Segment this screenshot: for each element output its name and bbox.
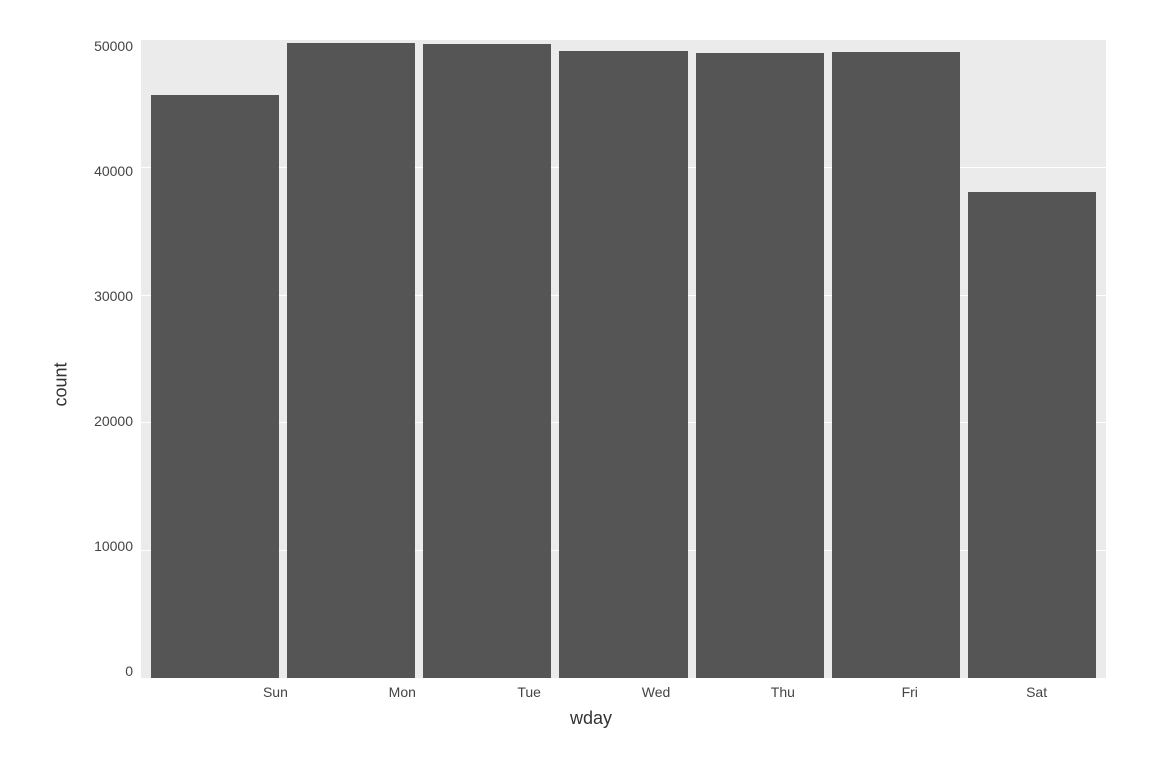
bar-group-wed (559, 39, 687, 678)
bars-container (141, 39, 1106, 678)
bar-group-mon (287, 39, 415, 678)
y-axis: 50000 40000 30000 20000 10000 0 (76, 39, 141, 678)
x-axis-label: wday (570, 708, 612, 728)
bar-thu (696, 53, 824, 678)
y-tick-30000: 30000 (94, 289, 133, 303)
bar-wed (559, 51, 687, 678)
y-axis-label: count (51, 362, 72, 406)
chart-wrapper: count 50000 40000 30000 20000 10000 0 (46, 39, 1106, 729)
bar-group-thu (696, 39, 824, 678)
bar-group-fri (832, 39, 960, 678)
bar-tue (423, 44, 551, 678)
bar-group-sun (151, 39, 279, 678)
plot-area-wrapper: 50000 40000 30000 20000 10000 0 (76, 39, 1106, 678)
y-axis-label-container: count (46, 39, 76, 729)
bar-sun (151, 95, 279, 678)
x-tick-tue: Tue (470, 678, 589, 700)
bar-group-tue (423, 39, 551, 678)
y-tick-50000: 50000 (94, 39, 133, 53)
y-tick-40000: 40000 (94, 164, 133, 178)
x-tick-thu: Thu (723, 678, 842, 700)
x-tick-sat: Sat (977, 678, 1096, 700)
bar-group-sat (968, 39, 1096, 678)
y-tick-10000: 10000 (94, 539, 133, 553)
x-tick-fri: Fri (850, 678, 969, 700)
grid-line-0 (141, 678, 1106, 679)
bar-fri (832, 52, 960, 678)
x-tick-mon: Mon (343, 678, 462, 700)
bar-mon (287, 43, 415, 678)
y-tick-0: 0 (125, 664, 133, 678)
chart-container: count 50000 40000 30000 20000 10000 0 (26, 14, 1126, 754)
x-tick-wed: Wed (597, 678, 716, 700)
x-ticks: Sun Mon Tue Wed Thu Fri Sat (206, 678, 1106, 700)
chart-inner: 50000 40000 30000 20000 10000 0 (76, 39, 1106, 729)
bar-sat (968, 192, 1096, 678)
x-tick-sun: Sun (216, 678, 335, 700)
y-tick-20000: 20000 (94, 414, 133, 428)
plot-area (141, 39, 1106, 678)
x-axis: Sun Mon Tue Wed Thu Fri Sat (76, 678, 1106, 700)
x-axis-label-container: wday (76, 700, 1106, 729)
